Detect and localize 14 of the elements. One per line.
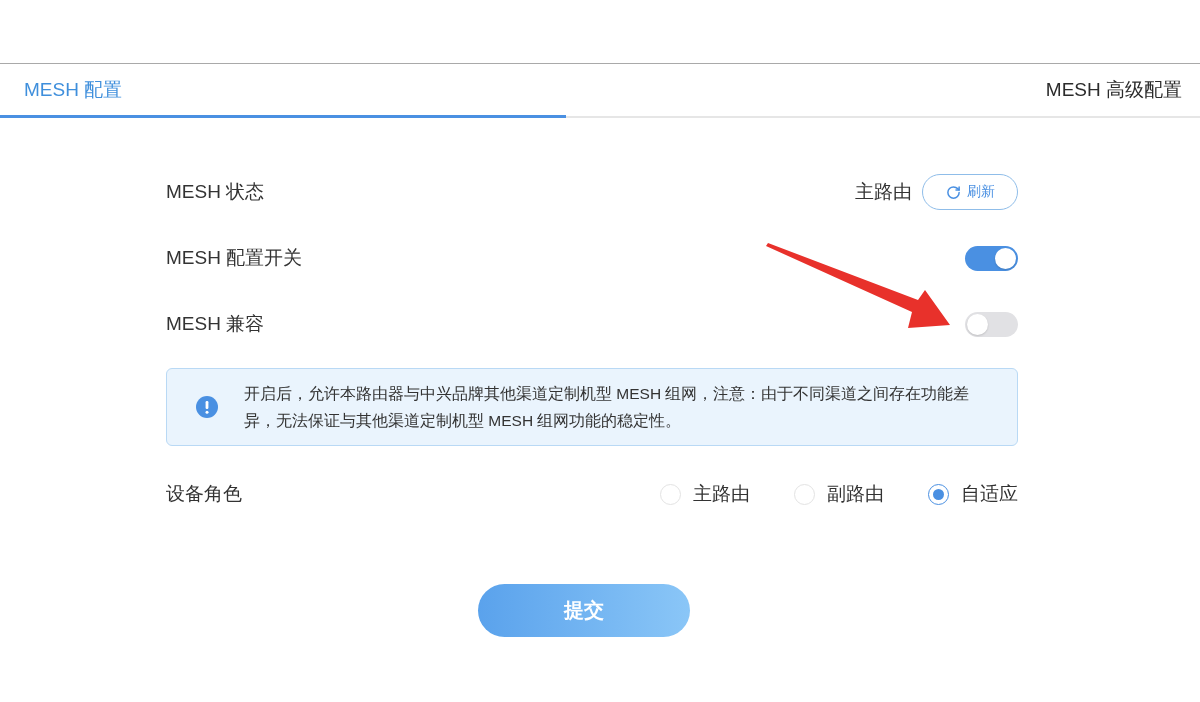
radio-option[interactable]: 主路由 — [660, 481, 750, 507]
refresh-button[interactable]: 刷新 — [922, 174, 1018, 210]
status-value: 主路由 — [855, 180, 912, 204]
setting-label: MESH 配置开关 — [166, 246, 303, 270]
refresh-icon — [945, 184, 961, 200]
setting-label: 设备角色 — [166, 482, 242, 506]
setting-label: MESH 状态 — [166, 180, 265, 204]
setting-label: MESH 兼容 — [166, 312, 265, 336]
toggle-switch[interactable] — [965, 245, 1018, 271]
toggle-switch[interactable] — [965, 311, 1018, 337]
alert-icon — [196, 396, 218, 418]
radio-option[interactable]: 副路由 — [794, 481, 884, 507]
notice-text: 开启后，允许本路由器与中兴品牌其他渠道定制机型 MESH 组网，注意：由于不同渠道之间存在功能差异，无法保证与其他渠道定制机型 MESH 组网功能的稳定性。 — [244, 384, 971, 431]
radio-option[interactable]: 自适应 — [928, 481, 1018, 507]
